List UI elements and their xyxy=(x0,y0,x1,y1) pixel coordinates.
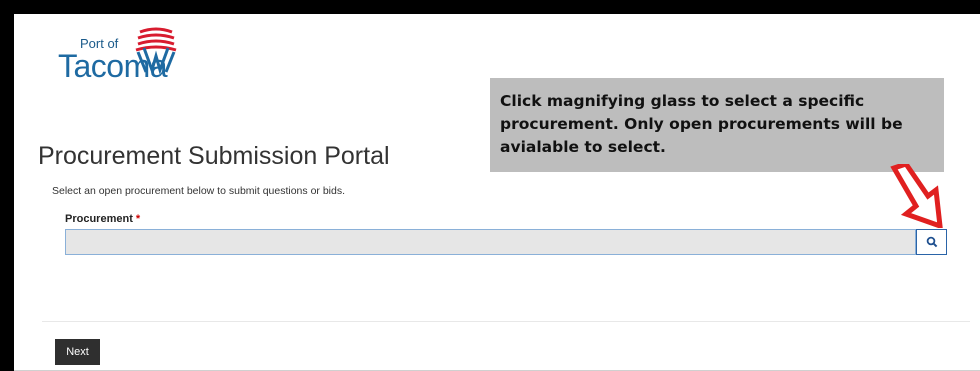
procurement-search-button[interactable] xyxy=(916,229,947,255)
page-container: Port of Tacoma Click magnifying glass to… xyxy=(14,14,980,371)
logo-emblem-icon xyxy=(135,27,177,75)
instruction-callout: Click magnifying glass to select a speci… xyxy=(490,78,944,172)
page-title: Procurement Submission Portal xyxy=(38,142,390,170)
procurement-label: Procurement * xyxy=(65,213,140,225)
required-marker: * xyxy=(135,213,141,225)
port-of-tacoma-logo[interactable]: Port of Tacoma xyxy=(40,27,220,98)
search-icon xyxy=(926,236,937,248)
divider xyxy=(42,321,970,322)
next-button[interactable]: Next xyxy=(55,339,100,365)
procurement-label-text: Procurement xyxy=(65,213,133,225)
callout-arrow-icon xyxy=(890,164,943,228)
page-subtitle: Select an open procurement below to subm… xyxy=(52,185,346,197)
procurement-lookup-input[interactable] xyxy=(65,229,916,255)
